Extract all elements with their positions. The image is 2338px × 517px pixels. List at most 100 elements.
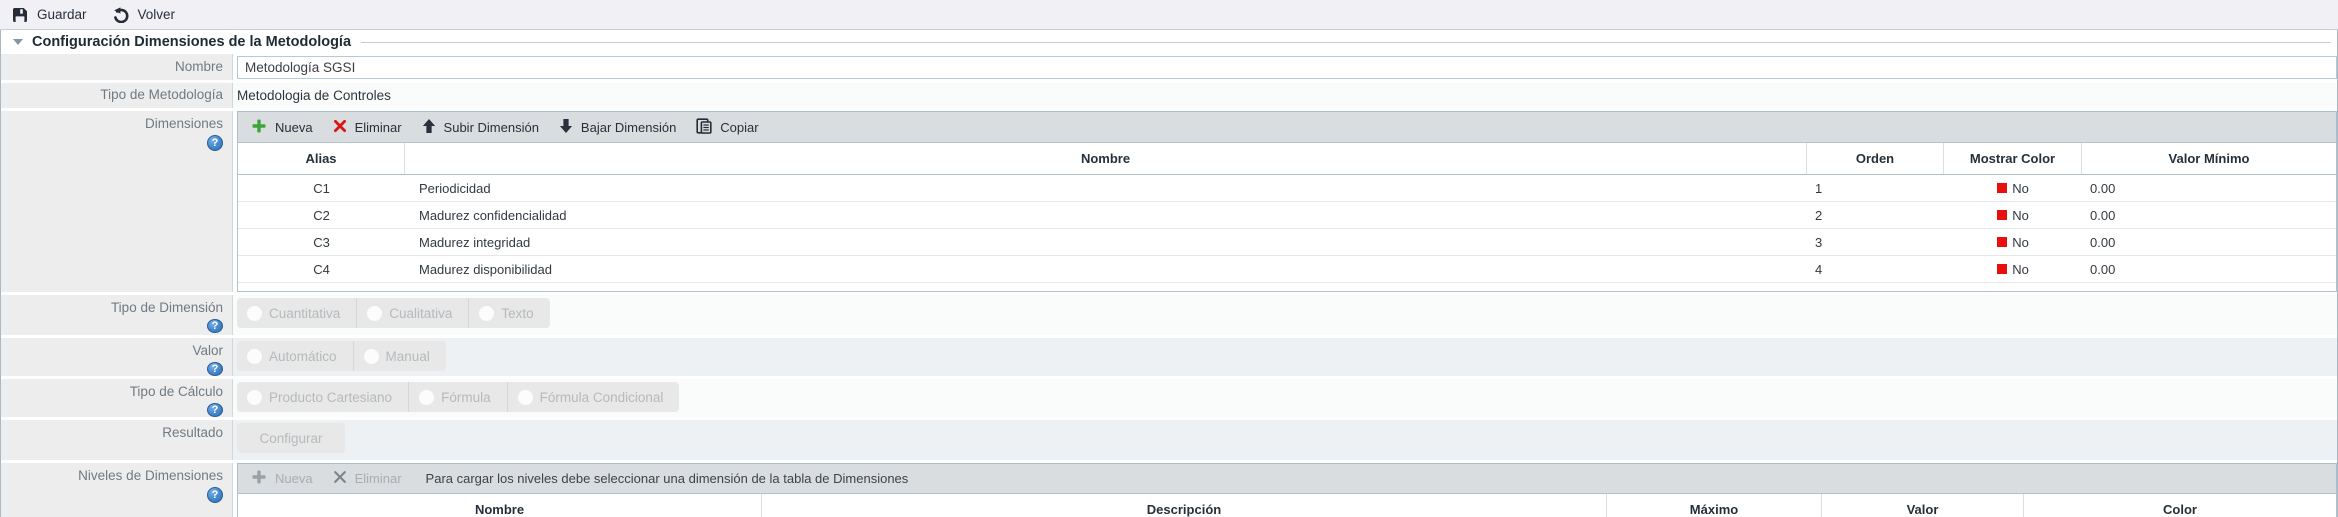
back-button-label: Volver (138, 7, 176, 22)
dimension-down-button[interactable]: Bajar Dimensión (559, 119, 676, 136)
col-header-nombre: Nombre (405, 143, 1807, 174)
radio-option-producto-cartesiano[interactable]: Producto Cartesiano (237, 382, 409, 412)
col-header-valor: Valor (1822, 494, 2024, 517)
top-toolbar: Guardar Volver (0, 0, 2338, 30)
config-panel: Configuración Dimensiones de la Metodolo… (0, 30, 2338, 517)
plus-icon (251, 118, 267, 137)
table-row[interactable]: C1 Periodicidad 1 No 0.00 (238, 175, 2336, 202)
dimensiones-label-cell: Dimensiones ? (1, 111, 233, 292)
radio-option-texto[interactable]: Texto (469, 298, 549, 328)
col-header-color: Color (2024, 494, 2336, 517)
dimensiones-toolbar: Nueva Eliminar (237, 111, 2337, 142)
valor-label-cell: Valor ? (1, 338, 233, 376)
tipo-calculo-label: Tipo de Cálculo (130, 383, 223, 400)
table-row[interactable]: C3 Madurez integridad 3 No 0.00 (238, 229, 2336, 256)
radio-option-formula-condicional[interactable]: Fórmula Condicional (508, 382, 680, 412)
undo-arrow-icon (113, 7, 129, 23)
tipo-calculo-help-icon[interactable]: ? (207, 403, 223, 417)
niveles-row: Niveles de Dimensiones ? Nueva (1, 463, 2337, 517)
dimensiones-delete-button[interactable]: Eliminar (333, 119, 402, 136)
valor-label: Valor (192, 342, 223, 359)
radio-circle-icon (518, 390, 533, 405)
table-row[interactable]: C4 Madurez disponibilidad 4 No 0.00 (238, 256, 2336, 283)
radio-circle-icon (479, 306, 494, 321)
save-icon (12, 7, 28, 23)
table-row[interactable]: C2 Madurez confidencialidad 2 No 0.00 (238, 202, 2336, 229)
col-header-maximo: Máximo (1607, 494, 1822, 517)
col-header-orden: Orden (1807, 143, 1944, 174)
radio-circle-icon (419, 390, 434, 405)
tipo-metodologia-row: Tipo de Metodología Metodologia de Contr… (1, 83, 2337, 108)
dimensiones-new-button[interactable]: Nueva (251, 118, 313, 137)
red-x-icon (333, 119, 347, 136)
valor-help-icon[interactable]: ? (207, 362, 223, 376)
radio-option-manual[interactable]: Manual (354, 341, 446, 371)
copy-icon (696, 118, 712, 137)
tipo-dimension-help-icon[interactable]: ? (207, 319, 223, 333)
color-indicator (1997, 183, 2007, 193)
section-header: Configuración Dimensiones de la Metodolo… (1, 30, 2337, 54)
nombre-row: Nombre (1, 54, 2337, 80)
radio-option-cuantitativa[interactable]: Cuantitativa (237, 298, 357, 328)
save-button[interactable]: Guardar (12, 7, 87, 23)
niveles-hint-message: Para cargar los niveles debe seleccionar… (426, 471, 909, 486)
nombre-label-cell: Nombre (1, 54, 233, 80)
tipo-dimension-radio-group: Cuantitativa Cualitativa Texto (237, 298, 550, 328)
collapse-triangle-icon[interactable] (13, 39, 23, 45)
dimensiones-copy-button[interactable]: Copiar (696, 118, 758, 137)
niveles-table: Nombre Descripción Máximo Valor Color (237, 493, 2337, 517)
radio-circle-icon (367, 306, 382, 321)
radio-option-automatico[interactable]: Automático (237, 341, 354, 371)
col-header-valor-minimo: Valor Mínimo (2082, 143, 2336, 174)
dimensiones-help-icon[interactable]: ? (207, 135, 223, 151)
col-header-nombre: Nombre (238, 494, 762, 517)
color-indicator (1997, 264, 2007, 274)
col-header-mostrar-color: Mostrar Color (1944, 143, 2082, 174)
legend-line (361, 42, 2331, 43)
niveles-toolbar: Nueva Eliminar Para cargar los niveles d… (237, 463, 2337, 493)
tipo-dimension-label-cell: Tipo de Dimensión ? (1, 295, 233, 335)
dimensiones-table-header: Alias Nombre Orden Mostrar Color Valor M… (238, 143, 2336, 175)
tipo-metodologia-label: Tipo de Metodología (100, 86, 223, 103)
niveles-label: Niveles de Dimensiones (78, 467, 223, 484)
tipo-dimension-row: Tipo de Dimensión ? Cuantitativa Cualita… (1, 295, 2337, 335)
dimensiones-row: Dimensiones ? Nueva (1, 111, 2337, 292)
dimension-up-button[interactable]: Subir Dimensión (422, 119, 539, 136)
niveles-table-header: Nombre Descripción Máximo Valor Color (238, 494, 2336, 517)
niveles-delete-button[interactable]: Eliminar (333, 470, 402, 487)
section-title: Configuración Dimensiones de la Metodolo… (32, 34, 351, 50)
tipo-metodologia-label-cell: Tipo de Metodología (1, 83, 233, 108)
niveles-label-cell: Niveles de Dimensiones ? (1, 463, 233, 517)
color-indicator (1997, 210, 2007, 220)
tipo-calculo-label-cell: Tipo de Cálculo ? (1, 379, 233, 417)
arrow-up-icon (422, 119, 436, 136)
radio-circle-icon (247, 390, 262, 405)
resultado-label: Resultado (162, 424, 223, 441)
tipo-metodologia-value: Metodologia de Controles (237, 88, 391, 103)
save-button-label: Guardar (37, 7, 87, 22)
niveles-new-button[interactable]: Nueva (251, 469, 313, 488)
nombre-input[interactable] (237, 56, 2337, 79)
resultado-row: Resultado Configurar (1, 420, 2337, 460)
back-button[interactable]: Volver (113, 7, 176, 23)
arrow-down-icon (559, 119, 573, 136)
dimensiones-label: Dimensiones (145, 115, 223, 132)
gray-x-icon (333, 470, 347, 487)
configurar-button[interactable]: Configurar (237, 423, 345, 453)
col-header-descripcion: Descripción (762, 494, 1607, 517)
valor-row: Valor ? Automático Manual (1, 338, 2337, 376)
tipo-calculo-radio-group: Producto Cartesiano Fórmula Fórmula Cond… (237, 382, 679, 412)
radio-circle-icon (247, 306, 262, 321)
valor-radio-group: Automático Manual (237, 341, 446, 371)
resultado-label-cell: Resultado (1, 420, 233, 460)
tipo-calculo-row: Tipo de Cálculo ? Producto Cartesiano Fó… (1, 379, 2337, 417)
radio-option-cualitativa[interactable]: Cualitativa (357, 298, 469, 328)
niveles-help-icon[interactable]: ? (207, 487, 223, 503)
nombre-label: Nombre (175, 58, 223, 75)
tipo-dimension-label: Tipo de Dimensión (111, 299, 223, 316)
plus-icon (251, 469, 267, 488)
radio-option-formula[interactable]: Fórmula (409, 382, 508, 412)
radio-circle-icon (247, 349, 262, 364)
radio-circle-icon (364, 349, 379, 364)
col-header-alias: Alias (238, 143, 405, 174)
